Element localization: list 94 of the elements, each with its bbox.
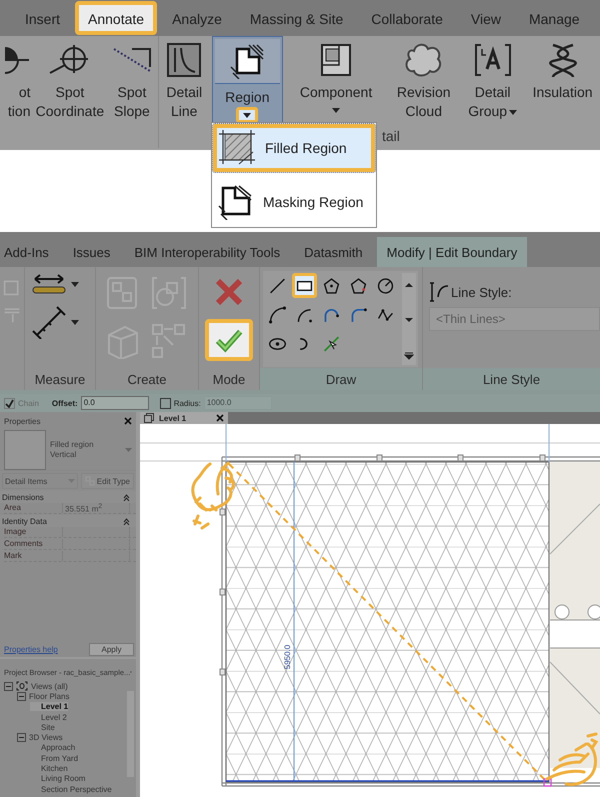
scroll-down-icon[interactable] <box>404 316 414 324</box>
scroll-up-icon[interactable] <box>404 281 414 289</box>
ribbon-tab[interactable]: Analyze <box>159 1 235 35</box>
tree-item[interactable]: Approach <box>30 743 76 752</box>
measure-icon[interactable] <box>31 305 67 339</box>
type-name: Filled region <box>50 440 95 450</box>
draw-tool-button[interactable] <box>292 273 317 298</box>
group-header: Dimensions <box>2 492 44 502</box>
collapse-icon[interactable] <box>123 494 130 500</box>
caret-icon[interactable] <box>71 282 79 286</box>
tree-item[interactable]: 3D Views <box>29 733 63 742</box>
spot-elevation-button[interactable]: ot tion <box>0 36 32 134</box>
collapse-icon[interactable] <box>123 518 130 524</box>
views-icon <box>16 681 28 692</box>
guide-line <box>548 424 550 462</box>
tree-item[interactable]: Views (all) <box>31 682 68 691</box>
cloud-icon <box>404 43 444 79</box>
view-icon <box>144 413 154 423</box>
caret-icon[interactable] <box>509 110 518 115</box>
property-value[interactable]: 35.551 m$^{2}$ <box>62 503 129 513</box>
panel-title: Properties <box>4 416 40 426</box>
endpoint-marker <box>543 778 552 787</box>
spot-coordinate-button[interactable]: Spot Coordinate <box>32 36 108 134</box>
tree-item[interactable]: Kitchen <box>30 764 68 774</box>
ribbon-tab[interactable]: Add-Ins <box>0 237 59 267</box>
property-name: Area <box>4 503 22 513</box>
property-name: Comments <box>4 539 44 549</box>
line-style-dropdown[interactable]: <Thin Lines> <box>429 307 600 331</box>
hand-gesture-icon <box>191 462 235 530</box>
type-preview <box>4 430 46 470</box>
tree-item[interactable]: Living Room <box>30 774 86 784</box>
filled-region-icon <box>219 130 255 166</box>
caret-icon <box>125 448 132 452</box>
region-icon <box>229 43 266 79</box>
tree-item[interactable]: Section Perspective <box>30 784 112 794</box>
hand-gesture-icon <box>546 732 598 786</box>
panel-label: Mode <box>212 370 246 388</box>
offset-field[interactable]: 0.0 <box>80 396 149 410</box>
ribbon-tab[interactable]: Collaborate <box>358 1 456 35</box>
masking-region-icon <box>217 184 253 220</box>
ribbon-tab[interactable]: Datasmith <box>294 237 373 267</box>
tree-item[interactable]: Floor Plans <box>29 692 70 701</box>
close-icon[interactable] <box>124 417 132 425</box>
tree-item[interactable]: Level 2 <box>30 712 67 722</box>
ribbon-tab[interactable]: Modify | Edit Boundary <box>376 237 528 267</box>
tree-item[interactable]: Level 1 <box>30 702 68 712</box>
group-header: Identity Data <box>2 516 47 526</box>
ribbon-tab[interactable]: Insert <box>12 1 74 35</box>
panel-label: tail <box>382 128 400 144</box>
finish-button[interactable] <box>205 319 253 361</box>
menu-item[interactable]: Filled Region <box>212 123 376 173</box>
insulation-button[interactable]: Insulation <box>525 36 600 134</box>
collapse-icon[interactable] <box>17 692 26 701</box>
field-label: Offset: <box>52 398 78 408</box>
close-icon <box>215 278 243 306</box>
collapse-icon[interactable] <box>17 733 26 742</box>
ribbon-tab[interactable]: Manage <box>516 1 593 35</box>
type-name: Vertical <box>50 450 78 460</box>
collapse-icon[interactable] <box>4 682 13 691</box>
panel-label: Measure <box>34 370 86 388</box>
caret-icon[interactable] <box>71 320 79 324</box>
spot-slope-button[interactable]: Spot Slope <box>108 36 156 134</box>
property-name: Mark <box>4 551 23 561</box>
ribbon-tab[interactable]: Massing & Site <box>236 1 356 35</box>
caret-icon[interactable] <box>236 107 258 123</box>
detail-group-button[interactable]: Detail Group <box>460 36 526 134</box>
dimension-text[interactable]: 5950.0 <box>283 644 292 670</box>
property-name: Image <box>4 527 28 537</box>
checkbox[interactable] <box>160 398 171 408</box>
check-icon <box>215 327 243 353</box>
help-link[interactable]: Properties help <box>4 644 58 654</box>
arc-icon <box>268 304 287 326</box>
document-tab[interactable]: Level 1 <box>140 412 228 424</box>
panel-label: Line Style <box>423 368 600 390</box>
edit-type-button[interactable]: Edit Type <box>80 473 134 489</box>
close-icon[interactable] <box>216 414 224 422</box>
ribbon-tab[interactable]: Annotate <box>75 1 158 35</box>
detail-line-button[interactable]: Detail Line <box>160 36 208 134</box>
category-dropdown[interactable]: Detail Items <box>2 473 78 489</box>
detail-group-icon <box>474 43 512 79</box>
apply-button[interactable]: Apply <box>89 642 134 656</box>
panel-label: Create <box>126 370 168 388</box>
radius-field: 1000.0 <box>204 396 272 410</box>
tree-item[interactable]: From Yard <box>30 754 78 763</box>
expand-icon[interactable] <box>404 351 414 361</box>
field-label: Line Style: <box>451 284 512 300</box>
ribbon-tab[interactable]: BIM Interoperability Tools <box>124 237 290 267</box>
ribbon-tab[interactable]: Issues <box>62 237 120 267</box>
checkbox-label: Radius: <box>174 398 201 408</box>
type-selector[interactable]: Filled region Vertical <box>0 430 136 471</box>
tree-item[interactable]: Site <box>30 722 55 732</box>
line-style-icon <box>429 281 449 303</box>
panel-label: Draw <box>260 368 422 390</box>
ribbon-tab[interactable]: View <box>458 1 514 35</box>
